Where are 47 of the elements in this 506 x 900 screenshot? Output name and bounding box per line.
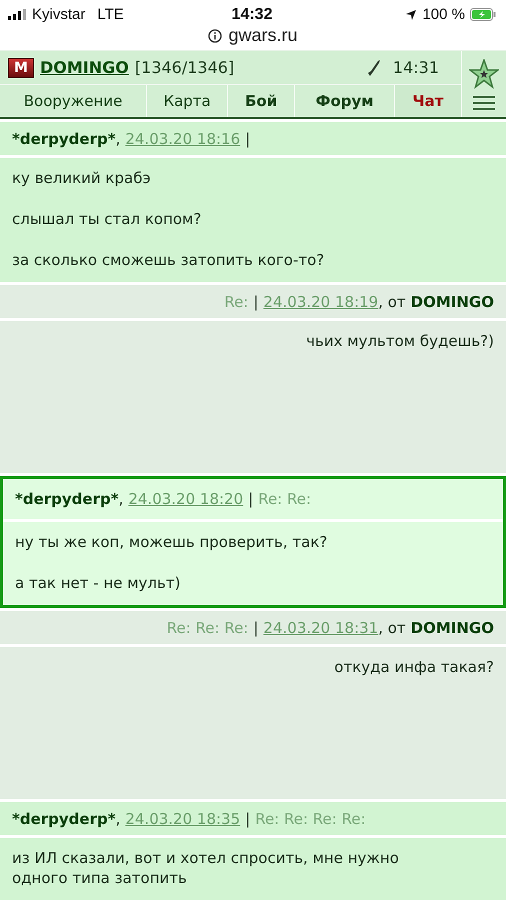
author-name[interactable]: DOMINGO [410, 292, 494, 310]
message-text: откуда инфа такая? [334, 657, 494, 677]
menu-icon[interactable] [473, 96, 495, 110]
rifle-icon [366, 58, 381, 76]
clock-time: 14:32 [232, 6, 272, 24]
battery-percent: 100 % [422, 6, 466, 23]
meta-text: , [118, 490, 124, 508]
message-text: из ИЛ сказали, вот и хотел спросить, мне нужно одного типа затопить [12, 848, 399, 888]
url-text[interactable]: gwars.ru [228, 25, 298, 46]
nav-tab[interactable]: Бой [227, 85, 294, 117]
battery-icon [470, 8, 496, 21]
nav-tab[interactable]: Вооружение [0, 85, 146, 117]
meta-text: , [116, 810, 120, 828]
separator-text: | [245, 810, 250, 828]
message-text: чьих мультом будешь?) [306, 331, 494, 351]
author-name[interactable]: *derpyderp* [15, 490, 119, 508]
carrier-name: Kyivstar [32, 6, 86, 23]
reply-prefix: Re: Re: Re: [166, 618, 248, 636]
author-name[interactable]: DOMINGO [410, 618, 494, 636]
meta-text: , от [378, 292, 406, 310]
info-icon [208, 28, 222, 42]
meta-text: , [116, 130, 120, 148]
separator-text: | [245, 130, 250, 148]
nav-tab[interactable]: Карта [146, 85, 228, 117]
message-text: ну ты же коп, можешь проверить, так? [15, 532, 328, 552]
message-text: за сколько сможешь затопить кого-то? [12, 250, 324, 270]
reply-prefix: Re: Re: Re: Re: [255, 810, 366, 828]
nav-tab[interactable]: Чат [394, 85, 461, 117]
signal-icon [8, 9, 26, 20]
message-text: ку великий крабэ [12, 168, 151, 188]
author-name[interactable]: *derpyderp* [12, 130, 116, 148]
message-text: а так нет - не мульт) [15, 573, 180, 593]
reply-prefix: Re: [224, 292, 248, 310]
author-name[interactable]: *derpyderp* [12, 810, 116, 828]
separator-text: | [253, 618, 258, 636]
separator-text: | [248, 490, 254, 508]
message-text: слышал ты стал копом? [12, 209, 202, 229]
username-link[interactable]: DOMINGO [40, 58, 129, 77]
health-text: [1346/1346] [134, 58, 234, 77]
star-icon[interactable] [469, 58, 499, 88]
reply-prefix: Re: Re: [258, 490, 312, 508]
server-time: 14:31 [392, 58, 439, 77]
location-icon [405, 8, 418, 20]
network-type: LTE [97, 6, 124, 23]
meta-text: , от [378, 618, 406, 636]
logo[interactable]: M [8, 58, 34, 78]
separator-text: | [253, 292, 258, 310]
